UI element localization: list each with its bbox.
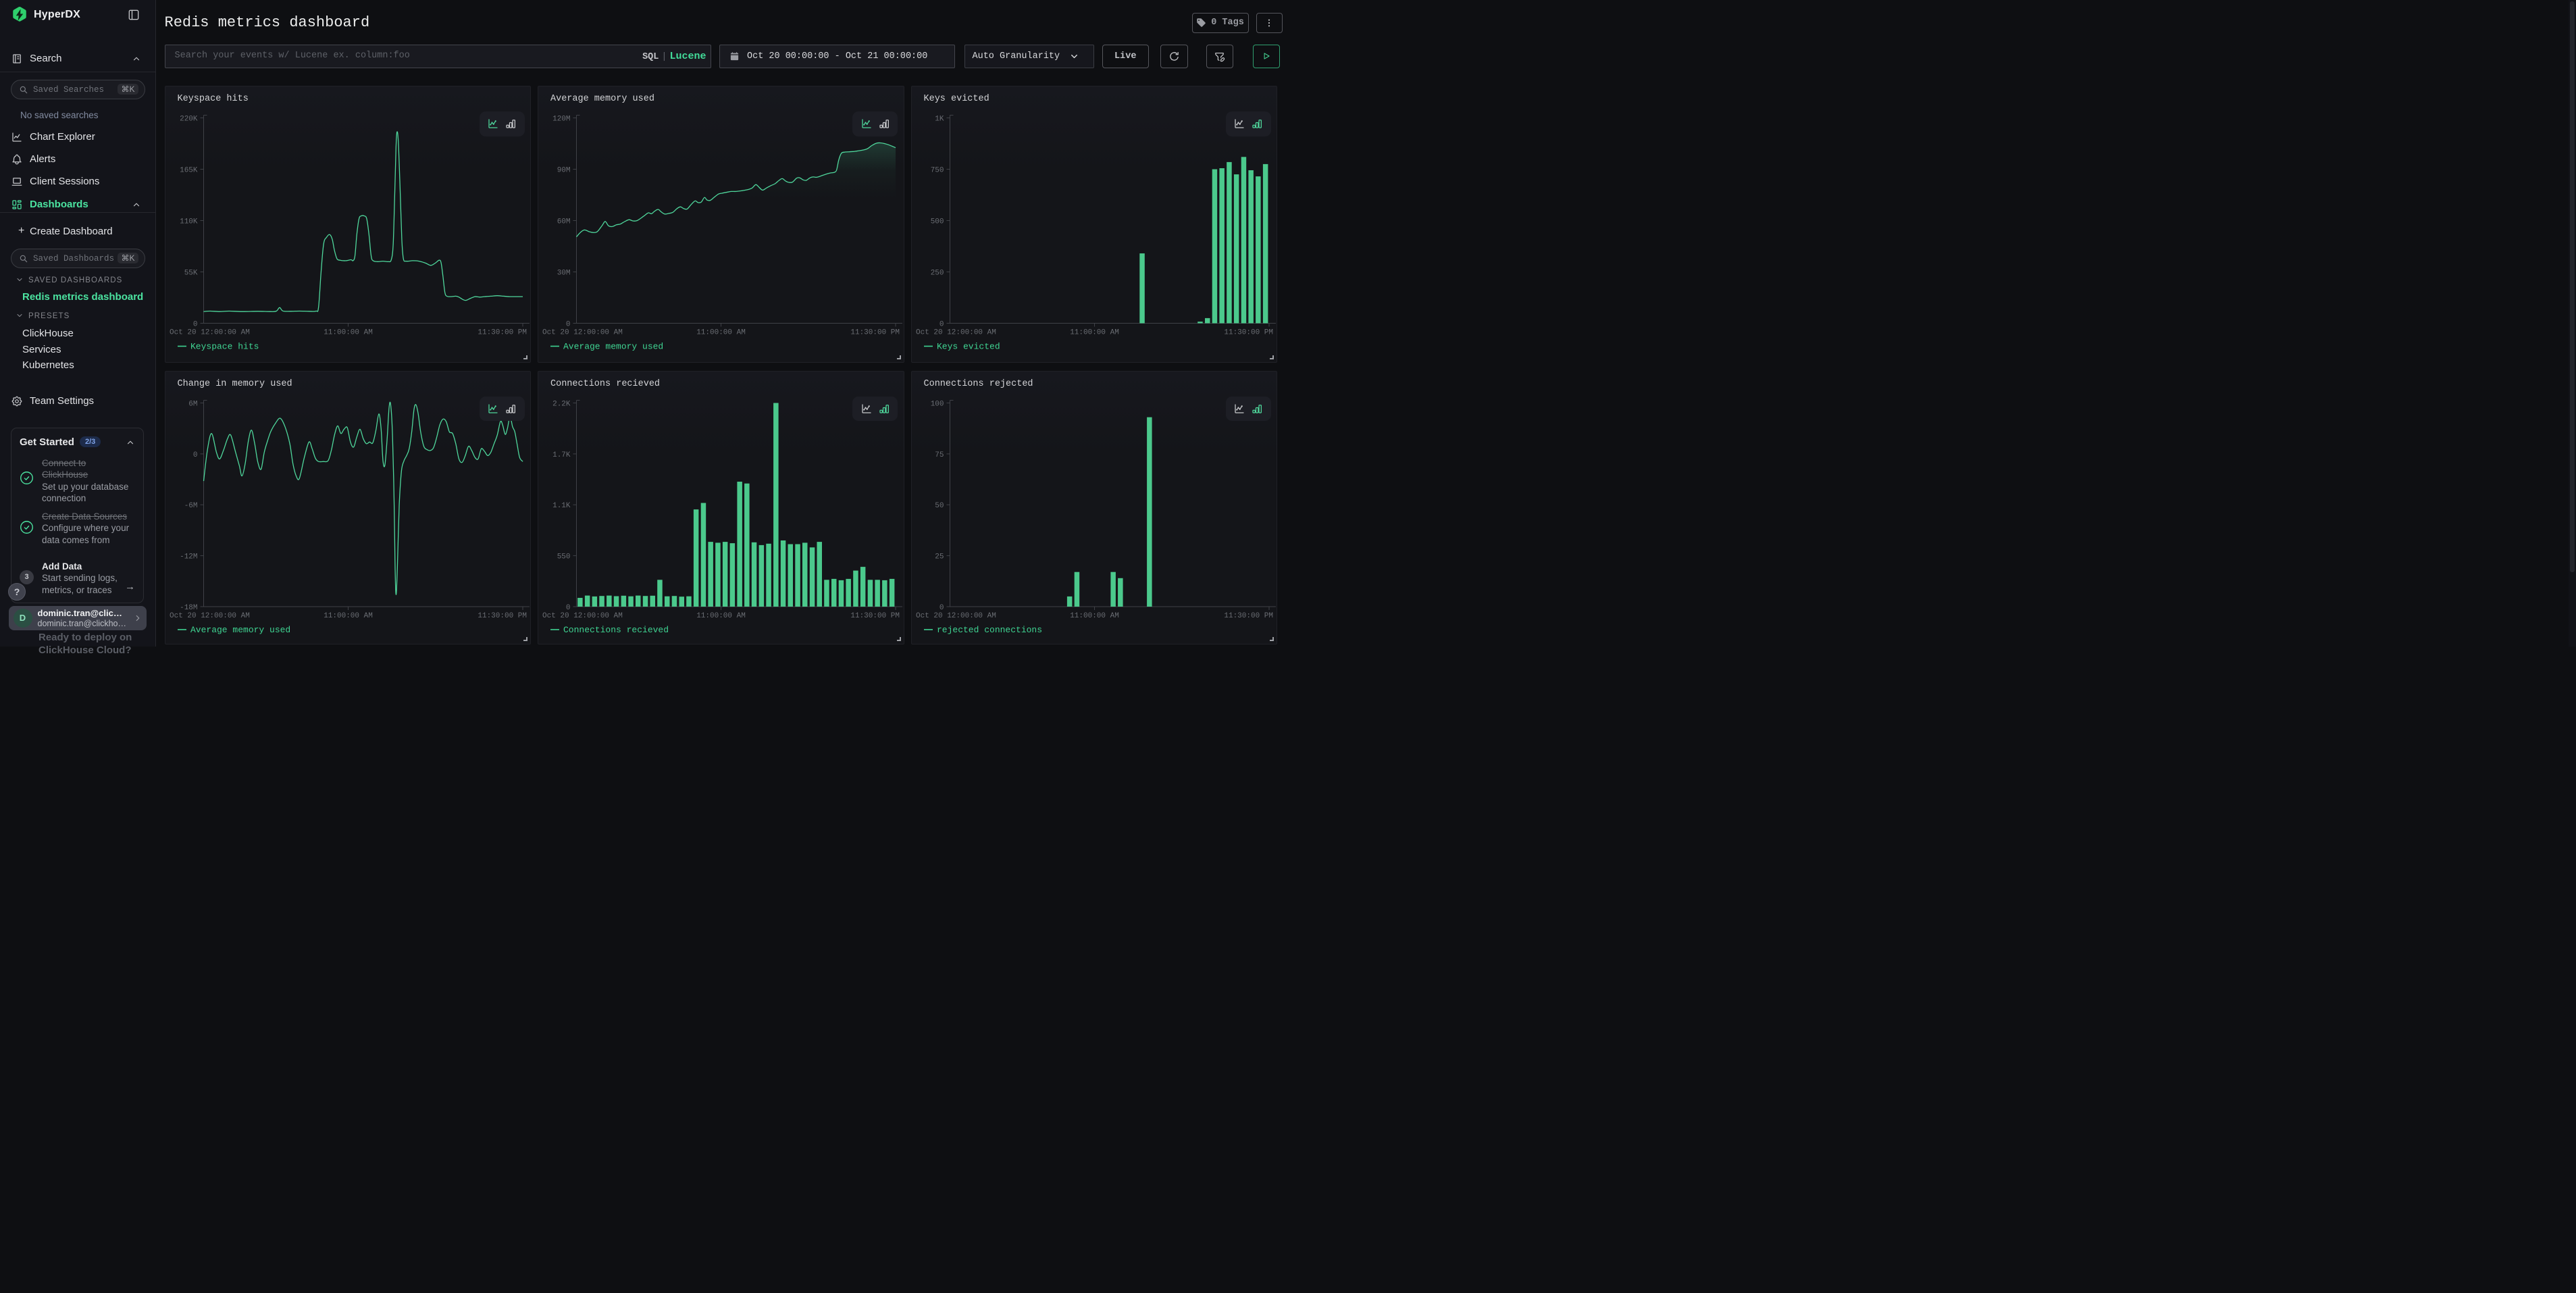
svg-text:165K: 165K (180, 167, 198, 175)
svg-text:-6M: -6M (184, 502, 197, 510)
svg-text:100: 100 (930, 400, 944, 408)
svg-text:2.2K: 2.2K (552, 400, 571, 408)
svg-text:Oct 20 12:00:00 AM: Oct 20 12:00:00 AM (916, 612, 996, 620)
svg-text:11:30:00 PM: 11:30:00 PM (850, 329, 900, 337)
svg-text:220K: 220K (180, 116, 198, 124)
svg-text:30M: 30M (557, 270, 571, 278)
svg-text:750: 750 (930, 167, 944, 175)
svg-text:Oct 20 12:00:00 AM: Oct 20 12:00:00 AM (916, 329, 996, 337)
svg-text:Oct 20 12:00:00 AM: Oct 20 12:00:00 AM (170, 329, 250, 337)
svg-text:11:30:00 PM: 11:30:00 PM (478, 612, 527, 620)
svg-text:90M: 90M (557, 167, 571, 175)
svg-text:120M: 120M (552, 116, 570, 124)
svg-text:11:00:00 AM: 11:00:00 AM (1070, 329, 1119, 337)
svg-text:11:00:00 AM: 11:00:00 AM (324, 612, 373, 620)
svg-text:1K: 1K (935, 116, 944, 124)
svg-text:75: 75 (935, 451, 944, 459)
svg-text:0: 0 (566, 321, 571, 329)
svg-text:110K: 110K (180, 218, 198, 226)
svg-text:550: 550 (557, 553, 571, 561)
svg-text:55K: 55K (184, 270, 197, 278)
svg-text:11:00:00 AM: 11:00:00 AM (696, 329, 746, 337)
svg-text:11:30:00 PM: 11:30:00 PM (478, 329, 527, 337)
svg-text:11:00:00 AM: 11:00:00 AM (696, 612, 746, 620)
svg-text:50: 50 (935, 502, 944, 510)
svg-text:Keys evicted: Keys evicted (937, 342, 1000, 352)
svg-text:11:30:00 PM: 11:30:00 PM (1224, 329, 1273, 337)
svg-text:Average memory used: Average memory used (190, 625, 290, 635)
svg-text:0: 0 (566, 604, 571, 612)
svg-text:1.1K: 1.1K (552, 502, 571, 510)
svg-text:0: 0 (939, 604, 944, 612)
svg-text:500: 500 (930, 218, 944, 226)
svg-text:11:00:00 AM: 11:00:00 AM (1070, 612, 1119, 620)
svg-text:0: 0 (192, 321, 197, 329)
svg-text:-18M: -18M (180, 604, 197, 612)
svg-text:11:30:00 PM: 11:30:00 PM (850, 612, 900, 620)
svg-text:11:00:00 AM: 11:00:00 AM (324, 329, 373, 337)
svg-text:11:30:00 PM: 11:30:00 PM (1224, 612, 1273, 620)
svg-text:250: 250 (930, 270, 944, 278)
svg-text:6M: 6M (188, 400, 197, 408)
svg-text:1.7K: 1.7K (552, 451, 571, 459)
svg-text:Oct 20 12:00:00 AM: Oct 20 12:00:00 AM (542, 329, 623, 337)
svg-text:0: 0 (939, 321, 944, 329)
svg-text:-12M: -12M (180, 553, 197, 561)
svg-text:60M: 60M (557, 218, 571, 226)
svg-text:Connections recieved: Connections recieved (563, 625, 669, 635)
svg-text:Keyspace hits: Keyspace hits (190, 342, 259, 352)
svg-text:0: 0 (192, 451, 197, 459)
svg-text:25: 25 (935, 553, 944, 561)
svg-text:Oct 20 12:00:00 AM: Oct 20 12:00:00 AM (170, 612, 250, 620)
svg-text:rejected connections: rejected connections (937, 625, 1042, 635)
svg-text:Average memory used: Average memory used (563, 342, 663, 352)
svg-text:Oct 20 12:00:00 AM: Oct 20 12:00:00 AM (542, 612, 623, 620)
